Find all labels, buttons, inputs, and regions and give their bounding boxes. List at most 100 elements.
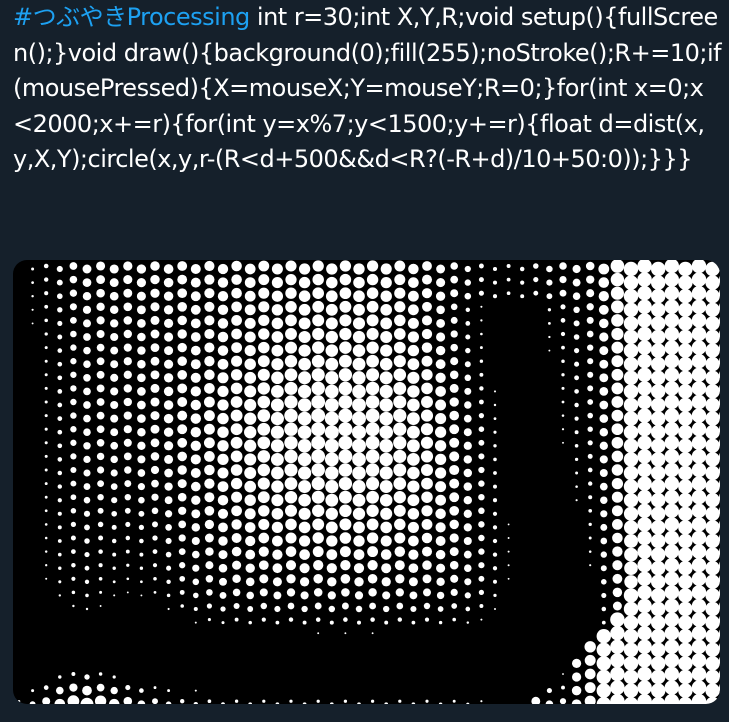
halftone-dot [407,521,419,533]
halftone-dot [230,464,243,476]
halftone-dot [231,342,243,354]
halftone-dot [520,280,525,285]
halftone-dot [231,260,242,272]
halftone-dot [284,449,298,464]
halftone-dot [380,507,393,520]
halftone-dot [353,263,365,275]
halftone-dot [139,538,144,544]
halftone-dot [664,694,679,704]
halftone-dot [365,449,380,464]
halftone-dot [678,656,693,671]
halftone-dot [637,313,652,328]
halftone-dot [204,328,215,340]
halftone-dot [611,327,624,341]
halftone-dot [137,319,146,328]
halftone-dot [245,563,255,573]
halftone-dot [217,453,229,466]
halftone-dot [637,626,652,641]
halftone-dot [450,275,459,284]
halftone-dot [123,261,133,271]
halftone-dot [153,686,157,690]
halftone-dot [384,702,389,704]
halftone-dot [57,375,63,381]
halftone-dot [31,281,34,284]
halftone-dot [138,510,145,517]
tweet-media-image[interactable] [13,260,720,704]
halftone-dot [379,466,393,480]
halftone-dot [478,399,484,405]
halftone-dot [506,291,511,296]
halftone-dot [84,565,90,571]
halftone-dot [599,469,608,477]
halftone-dot [637,449,652,464]
halftone-dot [436,577,445,587]
halftone-dot [463,509,472,518]
halftone-dot [463,428,472,437]
halftone-dot [353,549,365,560]
halftone-dot [651,397,666,413]
halftone-dot [611,477,624,490]
halftone-dot [137,414,146,423]
halftone-dot [325,330,338,344]
halftone-dot [464,387,472,395]
halftone-dot [506,277,511,282]
halftone-dot [164,332,174,342]
halftone-dot [449,383,459,393]
halftone-dot [664,612,679,627]
halftone-dot [651,479,666,494]
halftone-dot [411,620,416,625]
halftone-dot [271,290,284,302]
halftone-dot [57,539,62,543]
halftone-dot [180,604,184,608]
halftone-dot [329,702,334,704]
halftone-dot [338,395,353,409]
hashtag-link[interactable]: #つぶやきProcessing [13,3,250,31]
halftone-dot [177,288,188,299]
halftone-dot [393,449,407,463]
halftone-dot [218,536,228,546]
halftone-dot [601,620,606,625]
halftone-dot [705,533,720,549]
halftone-dot [586,275,595,284]
halftone-dot [421,328,433,340]
halftone-dot [664,598,679,614]
halftone-dot [258,560,269,571]
halftone-dot [533,277,539,283]
halftone-dot [284,381,298,395]
halftone-dot [123,438,132,447]
halftone-dot [245,535,256,547]
halftone-dot [623,370,639,385]
halftone-dot [691,558,707,573]
halftone-dot [82,278,92,287]
halftone-dot [480,618,483,621]
halftone-dot [623,520,639,535]
halftone-dot [108,698,120,704]
halftone-dot [366,518,379,531]
halftone-dot [561,685,565,690]
halftone-dot [177,479,187,489]
halftone-dot [339,260,352,272]
halftone-dot [165,551,172,558]
halftone-dot [651,561,666,576]
halftone-dot [151,507,159,515]
halftone-dot [407,398,420,412]
halftone-dot [298,290,311,302]
halftone-dot [393,368,407,382]
halftone-dot [435,508,446,520]
halftone-dot [231,519,242,530]
halftone-dot [298,330,311,344]
halftone-dot [69,303,77,311]
halftone-dot [338,449,353,464]
halftone-dot [407,453,420,466]
halftone-dot [230,396,243,408]
halftone-dot [313,560,324,571]
halftone-dot [478,412,485,419]
halftone-dot [137,346,146,355]
halftone-dot [124,507,131,514]
halftone-dot [204,505,215,516]
halftone-dot [314,602,322,610]
halftone-dot [561,400,565,404]
halftone-dot [192,578,200,586]
halftone-dot [311,381,325,396]
halftone-dot [57,361,63,367]
